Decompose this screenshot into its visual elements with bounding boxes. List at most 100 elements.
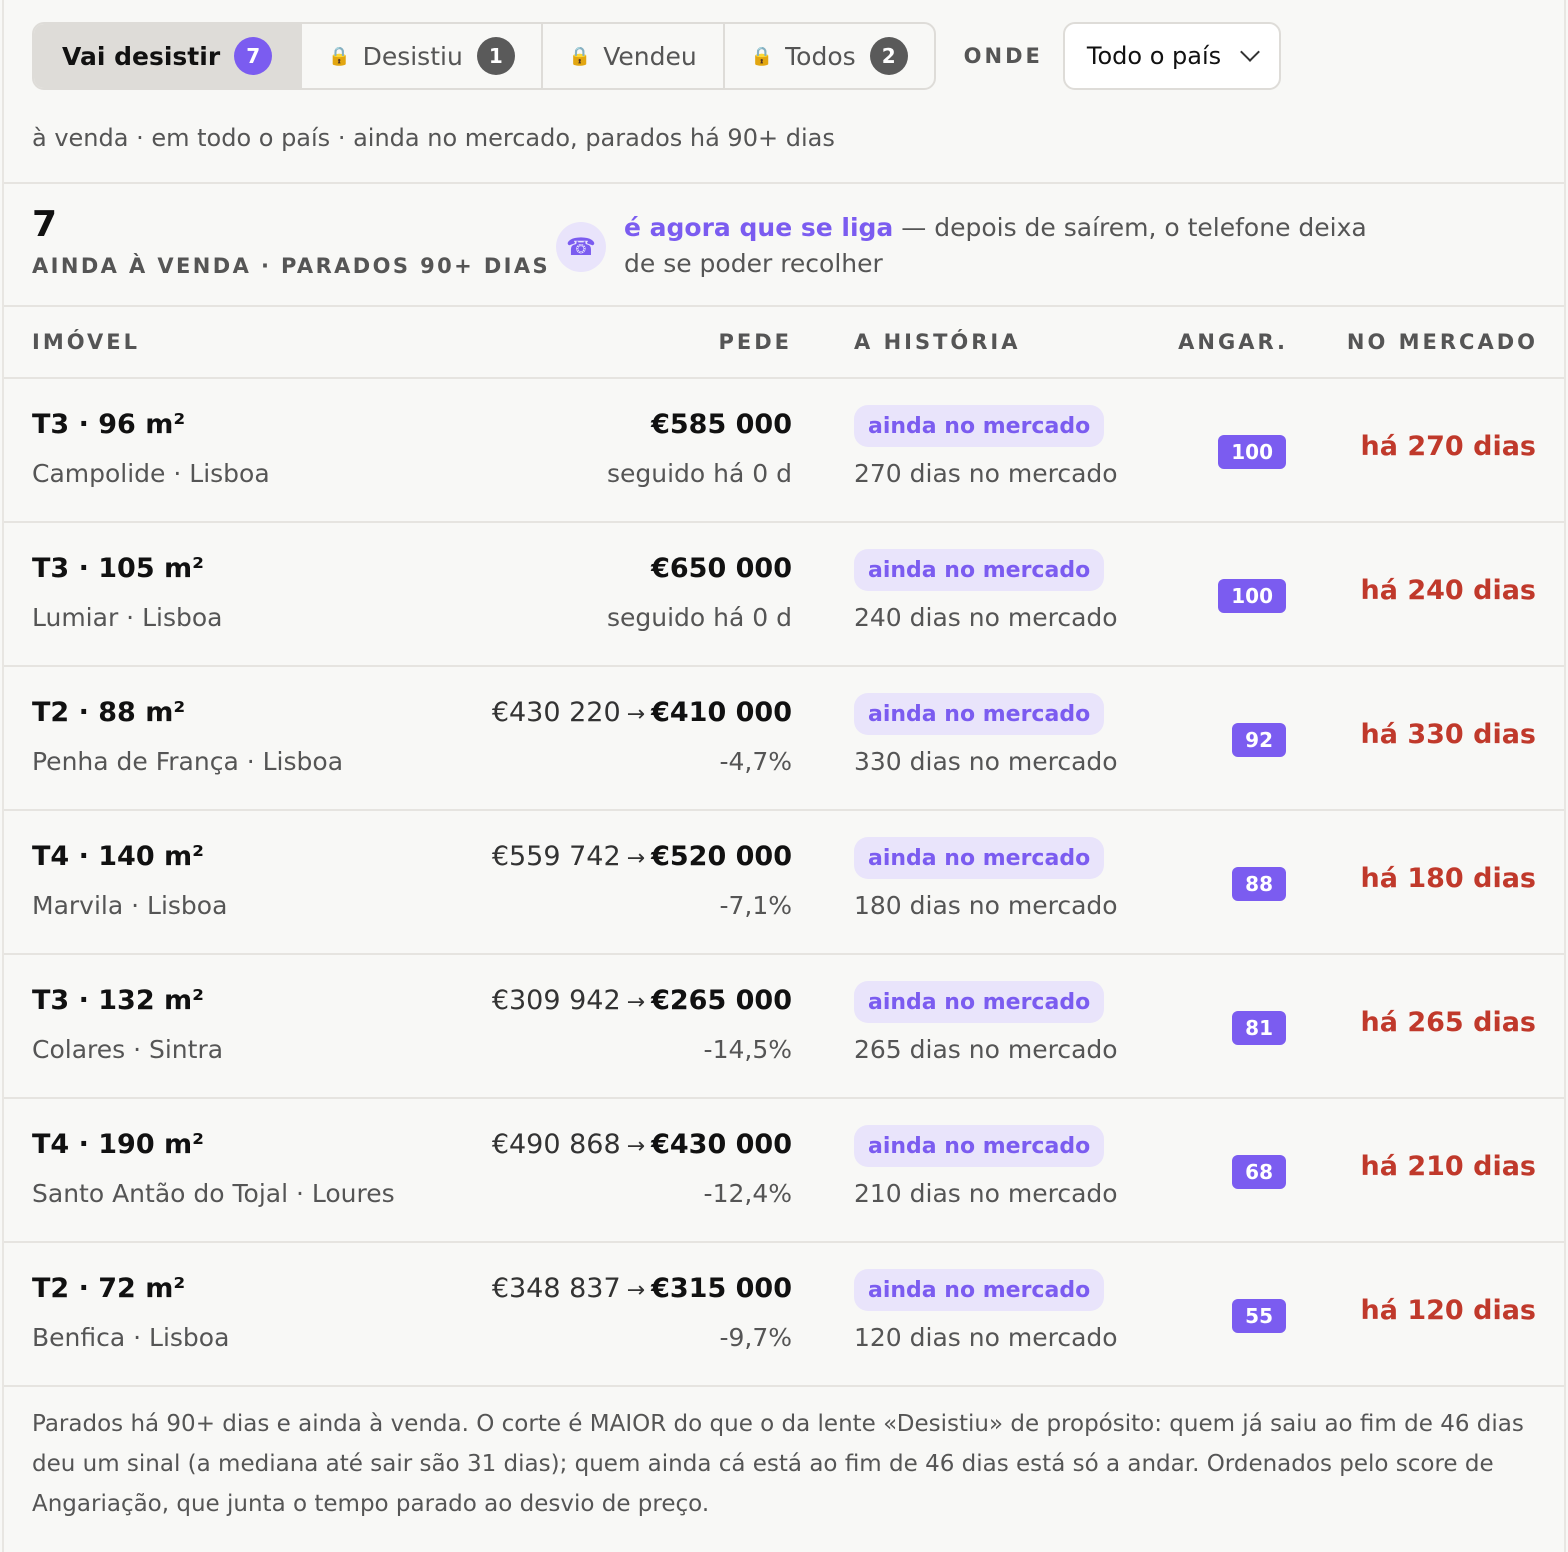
time-on-market: há 120 dias <box>1360 1295 1536 1326</box>
call-callout: é agora que se liga — depois de saírem, … <box>624 210 1384 282</box>
col-header-pede[interactable]: PEDE <box>718 330 792 354</box>
listing-title: T2 · 72 m² <box>32 1273 186 1304</box>
price-detail: seguido há 0 d <box>606 459 792 488</box>
col-header-angariacao[interactable]: ANGAR. <box>1178 330 1288 354</box>
listing-price: €348 837 → €315 000 <box>492 1273 792 1304</box>
history-text: 270 dias no mercado <box>854 459 1118 488</box>
status-badge: ainda no mercado <box>854 837 1105 879</box>
listing-location: Lumiar · Lisboa <box>32 603 223 632</box>
price-detail: -4,7% <box>719 747 792 776</box>
divider <box>4 305 1564 307</box>
arrow-right-icon: → <box>626 1134 646 1159</box>
angariacao-score: 100 <box>1218 579 1286 613</box>
col-header-imovel[interactable]: IMÓVEL <box>32 330 140 354</box>
arrow-right-icon: → <box>626 1278 646 1303</box>
angariacao-score: 55 <box>1232 1299 1286 1333</box>
time-on-market: há 180 dias <box>1360 863 1536 894</box>
price-detail: -14,5% <box>703 1035 792 1064</box>
col-header-historia[interactable]: A HISTÓRIA <box>854 330 1021 354</box>
current-price: €315 000 <box>651 1273 792 1304</box>
col-header-no-mercado[interactable]: NO MERCADO <box>1347 330 1538 354</box>
current-price: €265 000 <box>651 985 792 1016</box>
listing-title: T4 · 140 m² <box>32 841 204 872</box>
history-text: 265 dias no mercado <box>854 1035 1118 1064</box>
listing-price: €650 000 <box>651 553 792 584</box>
table-row[interactable]: T2 · 72 m² Benfica · Lisboa €348 837 → €315 … <box>4 1243 1564 1387</box>
current-price: €585 000 <box>651 409 792 440</box>
listing-price: €585 000 <box>651 409 792 440</box>
tab-vai-desistir[interactable]: Vai desistir 7 <box>34 24 303 88</box>
old-price: €559 742 <box>491 841 621 872</box>
result-count-label: AINDA À VENDA · PARADOS 90+ DIAS <box>32 254 551 278</box>
angariacao-score: 81 <box>1232 1011 1286 1045</box>
row-divider <box>4 1385 1564 1387</box>
status-badge: ainda no mercado <box>854 1269 1105 1311</box>
count-badge: 7 <box>234 37 273 75</box>
tab-vendeu[interactable]: 🔒 Vendeu <box>543 24 725 88</box>
price-detail: seguido há 0 d <box>606 603 792 632</box>
time-on-market: há 240 dias <box>1360 575 1536 606</box>
region-select[interactable]: Todo o país <box>1062 22 1282 90</box>
phone-icon: ☎ <box>556 222 606 272</box>
listing-price: €430 220 → €410 000 <box>492 697 792 728</box>
angariacao-score: 92 <box>1232 723 1286 757</box>
chevron-down-icon <box>1240 42 1261 62</box>
time-on-market: há 270 dias <box>1360 431 1536 462</box>
history-text: 330 dias no mercado <box>854 747 1118 776</box>
lens-tabs: Vai desistir 7 🔒 Desistiu 1 🔒 Vendeu 🔒 T… <box>32 22 936 90</box>
table-row[interactable]: T3 · 105 m² Lumiar · Lisboa €650 000 seguid… <box>4 523 1564 667</box>
listing-location: Colares · Sintra <box>32 1035 224 1064</box>
current-price: €430 000 <box>651 1129 792 1160</box>
current-price: €410 000 <box>651 697 792 728</box>
old-price: €309 942 <box>491 985 621 1016</box>
listing-price: €559 742 → €520 000 <box>492 841 792 872</box>
history-text: 180 dias no mercado <box>854 891 1118 920</box>
old-price: €490 868 <box>491 1129 621 1160</box>
toolbar: Vai desistir 7 🔒 Desistiu 1 🔒 Vendeu 🔒 T… <box>32 22 1282 90</box>
price-detail: -9,7% <box>719 1323 792 1352</box>
listing-location: Marvila · Lisboa <box>32 891 228 920</box>
status-badge: ainda no mercado <box>854 405 1105 447</box>
lock-icon: 🔒 <box>750 45 774 67</box>
listing-location: Benfica · Lisboa <box>32 1323 230 1352</box>
result-count: 7 <box>32 204 58 245</box>
table-row[interactable]: T3 · 132 m² Colares · Sintra €309 942 → €265… <box>4 955 1564 1099</box>
listing-location: Santo Antão do Tojal · Loures <box>32 1179 395 1208</box>
time-on-market: há 265 dias <box>1360 1007 1536 1038</box>
arrow-right-icon: → <box>626 990 646 1015</box>
count-badge: 1 <box>476 37 515 75</box>
table-row[interactable]: T4 · 140 m² Marvila · Lisboa €559 742 → €520… <box>4 811 1564 955</box>
status-badge: ainda no mercado <box>854 1125 1105 1167</box>
history-text: 120 dias no mercado <box>854 1323 1118 1352</box>
lock-icon: 🔒 <box>328 45 351 67</box>
table-row[interactable]: T3 · 96 m² Campolide · Lisboa €585 000 segu… <box>4 379 1564 523</box>
price-detail: -7,1% <box>719 891 792 920</box>
tab-label: Todos <box>785 41 856 71</box>
current-price: €520 000 <box>651 841 792 872</box>
listing-title: T3 · 96 m² <box>32 409 186 440</box>
lock-icon: 🔒 <box>568 45 592 67</box>
region-filter-label: ONDE <box>963 44 1043 68</box>
divider <box>4 182 1564 184</box>
footnote: Parados há 90+ dias e ainda à venda. O c… <box>32 1411 1524 1517</box>
tab-desistiu[interactable]: 🔒 Desistiu 1 <box>302 24 543 88</box>
status-badge: ainda no mercado <box>854 981 1105 1023</box>
lens-subtitle: à venda · em todo o país · ainda no merc… <box>32 124 835 152</box>
tab-label: Vai desistir <box>62 41 221 71</box>
listing-title: T3 · 132 m² <box>32 985 204 1016</box>
listing-title: T4 · 190 m² <box>32 1129 204 1160</box>
status-badge: ainda no mercado <box>854 549 1105 591</box>
table-row[interactable]: T2 · 88 m² Penha de França · Lisboa €430 2… <box>4 667 1564 811</box>
listing-title: T2 · 88 m² <box>32 697 186 728</box>
angariacao-score: 68 <box>1232 1155 1286 1189</box>
arrow-right-icon: → <box>626 846 646 871</box>
tab-label: Vendeu <box>603 41 697 71</box>
price-detail: -12,4% <box>703 1179 792 1208</box>
arrow-right-icon: → <box>626 702 646 727</box>
lens-panel: Vai desistir 7 🔒 Desistiu 1 🔒 Vendeu 🔒 T… <box>2 0 1566 1552</box>
listing-location: Campolide · Lisboa <box>32 459 270 488</box>
listing-price: €490 868 → €430 000 <box>492 1129 792 1160</box>
status-badge: ainda no mercado <box>854 693 1105 735</box>
table-row[interactable]: T4 · 190 m² Santo Antão do Tojal · Loures… <box>4 1099 1564 1243</box>
tab-todos[interactable]: 🔒 Todos 2 <box>725 24 934 88</box>
